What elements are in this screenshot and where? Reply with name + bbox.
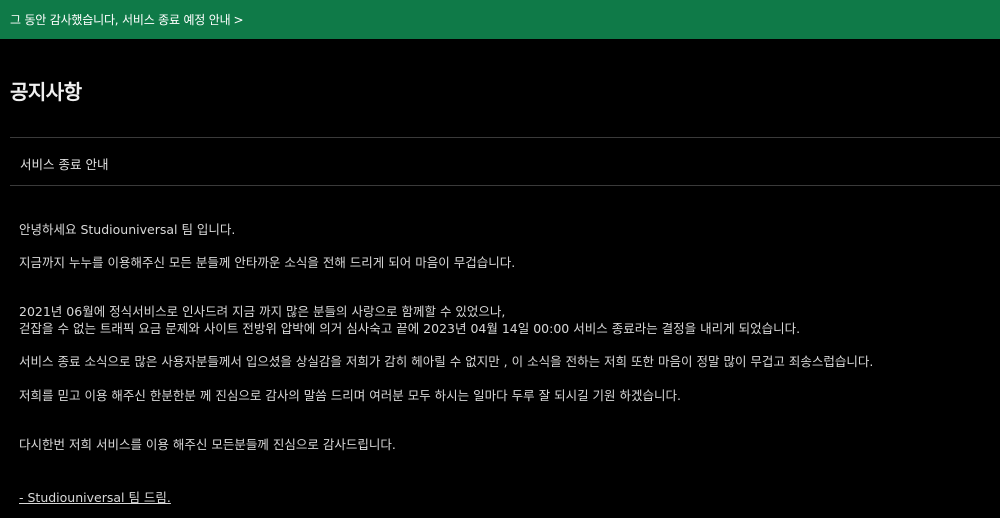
- post-line: 다시한번 저희 서비스를 이용 해주신 모든분들께 진심으로 감사드립니다.: [19, 437, 396, 452]
- divider: [10, 185, 1000, 186]
- post-line: 저희를 믿고 이용 해주신 한분한분 께 진심으로 감사의 말씀 드리며 여러분…: [19, 388, 681, 403]
- post-line-greeting: 안녕하세요 Studiouniversal 팀 입니다.: [19, 222, 236, 237]
- signature-link[interactable]: - Studiouniversal 팀 드림.: [19, 487, 171, 506]
- page-title: 공지사항: [10, 80, 82, 104]
- post-title: 서비스 종료 안내: [20, 157, 109, 172]
- chevron-right-icon: >: [233, 12, 244, 27]
- divider: [10, 137, 1000, 138]
- post-line: 서비스 종료 소식으로 많은 사용자분들께서 입으셨을 상실감을 저희가 감히 …: [19, 354, 874, 369]
- post-line: 걷잡을 수 없는 트래픽 요금 문제와 사이트 전방위 압박에 의거 심사숙고 …: [19, 321, 801, 336]
- post-line: 지금까지 누누를 이용해주신 모든 분들께 안타까운 소식을 전해 드리게 되어…: [19, 255, 516, 270]
- banner-text: 그 동안 감사했습니다, 서비스 종료 예정 안내: [10, 13, 231, 27]
- service-end-notice-banner[interactable]: 그 동안 감사했습니다, 서비스 종료 예정 안내 >: [0, 0, 1000, 39]
